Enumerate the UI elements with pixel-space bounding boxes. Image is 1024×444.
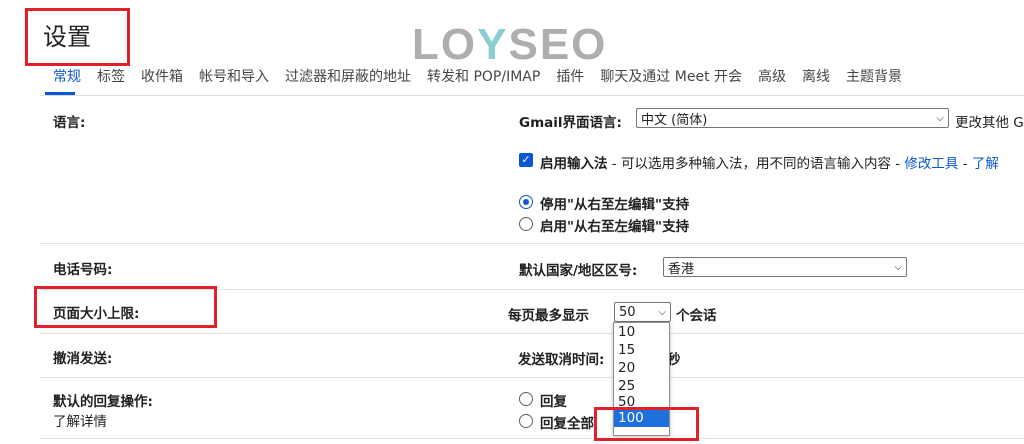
tab-accounts[interactable]: 帐号和导入: [199, 66, 269, 90]
rtl-off-label: 停用"从右至左编辑"支持: [540, 197, 690, 213]
row-divider: [40, 377, 1024, 378]
ui-language-select[interactable]: 中文 (简体) ⌵: [636, 108, 949, 128]
reply-label: 回复: [540, 394, 567, 410]
ime-line: 启用输入法 - 可以选用多种输入法，用不同的语言输入内容 - 修改工具 - 了解: [540, 152, 999, 172]
page-size-value: 50: [619, 304, 636, 320]
enable-ime-checkbox[interactable]: ✓: [519, 153, 533, 167]
watermark-logo: LOYSEO: [412, 20, 607, 70]
selected-option-highlight-box: [594, 407, 699, 441]
tab-general[interactable]: 常规: [53, 66, 81, 90]
phone-label: 电话号码:: [53, 262, 113, 278]
tabs-divider: [40, 95, 1024, 96]
language-label: 语言:: [53, 115, 86, 131]
page-size-option[interactable]: 25: [614, 377, 669, 395]
title-highlight-box: [25, 8, 130, 66]
tab-filters[interactable]: 过滤器和屏蔽的地址: [285, 66, 411, 90]
settings-tabs: 常规 标签 收件箱 帐号和导入 过滤器和屏蔽的地址 转发和 POP/IMAP 插…: [53, 66, 1024, 90]
ui-language-label: Gmail界面语言:: [519, 115, 622, 131]
rtl-on-label: 启用"从右至左编辑"支持: [540, 219, 690, 235]
page-size-highlight-box: [34, 286, 217, 328]
page-size-option[interactable]: 15: [614, 341, 669, 359]
row-divider: [40, 243, 1024, 244]
learn-more-link[interactable]: 了解详情: [53, 410, 107, 430]
ime-description: - 可以选用多种输入法，用不同的语言输入内容 -: [607, 156, 905, 172]
country-code-label: 默认国家/地区区号:: [519, 263, 638, 279]
page-size-option[interactable]: 20: [614, 359, 669, 377]
rtl-on-radio[interactable]: [519, 217, 533, 231]
page-size-select[interactable]: 50 ⌵: [614, 302, 671, 322]
reply-all-label: 回复全部: [540, 416, 594, 432]
page-size-option[interactable]: 10: [614, 323, 669, 341]
undo-delay-label: 发送取消时间:: [518, 352, 605, 368]
tab-advanced[interactable]: 高级: [758, 66, 786, 90]
chevron-down-icon: ⌵: [894, 261, 902, 273]
reply-all-radio[interactable]: [519, 414, 533, 428]
tab-themes[interactable]: 主题背景: [846, 66, 902, 90]
change-other-language-link[interactable]: 更改其他 G: [955, 111, 1024, 131]
tab-chat-meet[interactable]: 聊天及通过 Meet 开会: [600, 66, 742, 90]
tab-labels[interactable]: 标签: [97, 66, 125, 90]
tab-inbox[interactable]: 收件箱: [141, 66, 183, 90]
row-divider: [40, 438, 1024, 439]
watermark-text-b: Y: [477, 20, 509, 69]
edit-tools-link[interactable]: 修改工具: [904, 156, 958, 172]
country-code-value: 香港: [668, 261, 695, 277]
tab-addons[interactable]: 插件: [556, 66, 584, 90]
chevron-down-icon: ⌵: [936, 112, 944, 124]
ui-language-value: 中文 (简体): [641, 112, 708, 128]
chevron-down-icon: ⌵: [658, 306, 666, 318]
tab-forwarding[interactable]: 转发和 POP/IMAP: [427, 66, 540, 90]
reply-radio[interactable]: [519, 392, 533, 406]
undo-send-label: 撤消发送:: [53, 351, 113, 367]
watermark-text-a: LO: [412, 20, 478, 69]
watermark-text-c: SEO: [508, 20, 608, 69]
page-size-prefix: 每页最多显示: [508, 308, 589, 324]
country-code-select[interactable]: 香港 ⌵: [663, 257, 907, 277]
row-divider: [40, 333, 1024, 334]
page-size-suffix: 个会话: [676, 308, 717, 324]
ime-learn-link[interactable]: 了解: [972, 156, 999, 172]
tab-offline[interactable]: 离线: [802, 66, 830, 90]
reply-behavior-label: 默认的回复操作:: [53, 394, 153, 410]
ime-separator: -: [958, 156, 972, 172]
rtl-off-radio[interactable]: [519, 195, 533, 209]
ime-label: 启用输入法: [540, 156, 608, 172]
